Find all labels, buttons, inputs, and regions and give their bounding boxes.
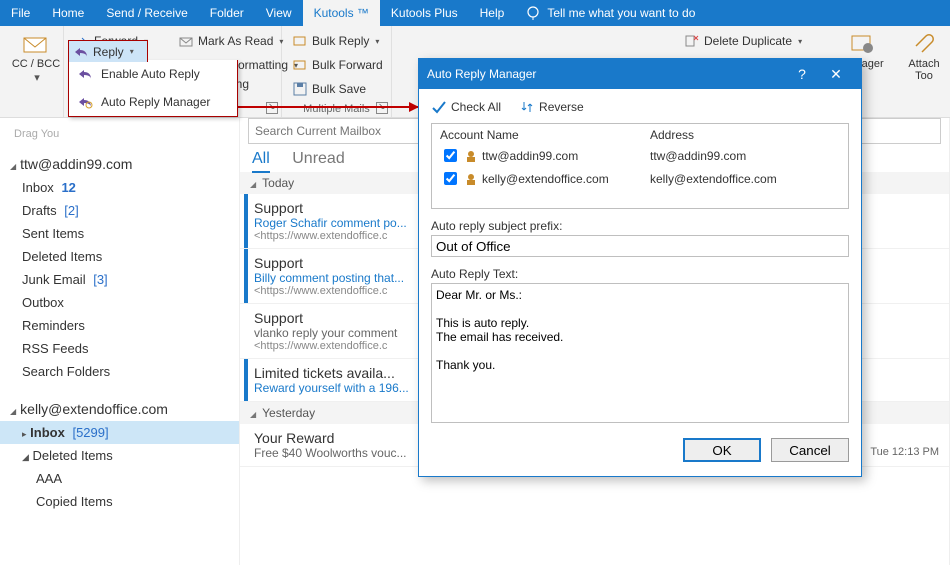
dialog-launcher-icon[interactable] — [376, 102, 388, 114]
folder-pane: Drag You ttw@addin99.com Inbox 12 Drafts… — [0, 118, 240, 565]
tab-help[interactable]: Help — [469, 0, 516, 26]
drag-hint: Drag You — [0, 124, 239, 152]
dialog-title: Auto Reply Manager — [427, 67, 536, 81]
cancel-button[interactable]: Cancel — [771, 438, 849, 462]
reply-split-button[interactable]: Reply▾ — [68, 40, 148, 62]
attachtools-button[interactable]: Attach Too — [898, 30, 950, 82]
reverse-button[interactable]: Reverse — [519, 99, 584, 115]
manager-icon — [848, 32, 876, 56]
filter-all[interactable]: All — [252, 150, 270, 173]
folder-deleted-2[interactable]: ◢ Deleted Items — [0, 444, 239, 467]
ccbcc-label: CC / BCC — [12, 58, 60, 70]
dialog-titlebar[interactable]: Auto Reply Manager ? ✕ — [419, 59, 861, 89]
tab-home[interactable]: Home — [41, 0, 95, 26]
folder-inbox-1[interactable]: Inbox 12 — [0, 176, 239, 199]
account-checkbox[interactable] — [444, 149, 457, 162]
ccbcc-icon — [22, 32, 50, 56]
account-checkbox[interactable] — [444, 172, 457, 185]
folder-deleted-1[interactable]: Deleted Items — [0, 245, 239, 268]
reverse-icon — [519, 99, 535, 115]
auto-reply-manager-item[interactable]: Auto Reply Manager — [69, 88, 237, 116]
tab-kutools[interactable]: Kutools ™ — [303, 0, 380, 26]
accounts-listbox: Account Name Address ttw@addin99.com ttw… — [431, 123, 849, 209]
bulkforward-icon — [292, 57, 308, 73]
folder-search[interactable]: Search Folders — [0, 360, 239, 383]
deleteduplicate-button[interactable]: Delete Duplicate▾ — [680, 30, 806, 52]
folder-reminders[interactable]: Reminders — [0, 314, 239, 337]
account-row[interactable]: ttw@addin99.com ttw@addin99.com — [432, 144, 848, 167]
folder-sent[interactable]: Sent Items — [0, 222, 239, 245]
bulksave-icon — [292, 81, 308, 97]
check-all-button[interactable]: Check All — [431, 99, 501, 115]
callout-arrow — [238, 106, 418, 108]
ccbcc-button[interactable]: CC / BCC▾ — [6, 30, 66, 84]
dialog-launcher-icon[interactable] — [266, 102, 278, 114]
folder-inbox-2[interactable]: ▸ Inbox [5299] — [0, 421, 239, 444]
group-multiplemails: Multiple Mails — [282, 103, 391, 115]
account-2[interactable]: kelly@extendoffice.com — [0, 397, 239, 421]
folder-junk[interactable]: Junk Email [3] — [0, 268, 239, 291]
ok-button[interactable]: OK — [683, 438, 761, 462]
col-account: Account Name — [440, 128, 650, 142]
folder-outbox[interactable]: Outbox — [0, 291, 239, 314]
envelope-open-icon — [178, 33, 194, 49]
folder-drafts[interactable]: Drafts [2] — [0, 199, 239, 222]
reply-dropdown: Enable Auto Reply Auto Reply Manager — [68, 60, 238, 117]
reply-icon — [77, 66, 93, 82]
text-label: Auto Reply Text: — [431, 267, 849, 281]
person-icon — [464, 172, 478, 186]
person-icon — [464, 149, 478, 163]
tab-view[interactable]: View — [255, 0, 303, 26]
bulkreply-icon — [292, 33, 308, 49]
reply-label: Reply — [93, 45, 124, 59]
bulkforward-button[interactable]: Bulk Forward — [288, 54, 385, 76]
prefix-input[interactable] — [431, 235, 849, 257]
autoreply-textarea[interactable] — [431, 283, 849, 423]
account-1[interactable]: ttw@addin99.com — [0, 152, 239, 176]
reply-icon — [73, 44, 89, 60]
tab-folder[interactable]: Folder — [199, 0, 255, 26]
tell-me-label: Tell me what you want to do — [547, 6, 695, 20]
attachtools-label: Attach Too — [908, 58, 939, 82]
paperclip-icon — [910, 32, 938, 56]
tab-sendreceive[interactable]: Send / Receive — [95, 0, 198, 26]
ribbon-tabs: File Home Send / Receive Folder View Kut… — [0, 0, 950, 26]
check-icon — [431, 99, 447, 115]
dialog-close-button[interactable]: ✕ — [819, 66, 853, 83]
tab-file[interactable]: File — [0, 0, 41, 26]
bulksave-button[interactable]: Bulk Save — [288, 78, 385, 100]
bulkreply-button[interactable]: Bulk Reply▾ — [288, 30, 385, 52]
tell-me[interactable]: Tell me what you want to do — [515, 0, 705, 26]
account-row[interactable]: kelly@extendoffice.com kelly@extendoffic… — [432, 167, 848, 190]
reply-manager-icon — [77, 94, 93, 110]
folder-rss[interactable]: RSS Feeds — [0, 337, 239, 360]
enable-auto-reply-item[interactable]: Enable Auto Reply — [69, 60, 237, 88]
auto-reply-manager-dialog: Auto Reply Manager ? ✕ Check All Reverse… — [418, 58, 862, 477]
delete-duplicate-icon — [684, 33, 700, 49]
folder-copied[interactable]: Copied Items — [0, 490, 239, 513]
filter-unread[interactable]: Unread — [292, 150, 344, 171]
dialog-help-button[interactable]: ? — [785, 66, 819, 82]
tab-kutoolsplus[interactable]: Kutools Plus — [380, 0, 469, 26]
prefix-label: Auto reply subject prefix: — [431, 219, 849, 233]
col-address: Address — [650, 128, 694, 142]
lightbulb-icon — [525, 5, 541, 21]
folder-aaa[interactable]: AAA — [0, 467, 239, 490]
